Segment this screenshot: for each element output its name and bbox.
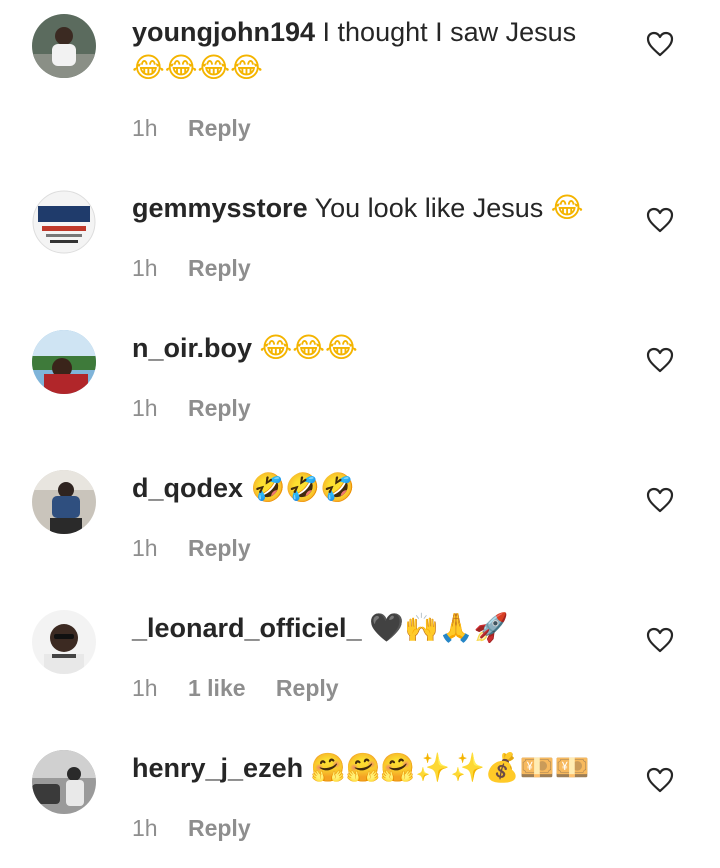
comment-text: You look like Jesus [314, 193, 544, 223]
comment-item: henry_j_ezeh 🤗🤗🤗✨✨💰💴💴 1h Reply [0, 728, 720, 868]
comment-meta: 1h Reply [132, 813, 251, 843]
comment-username[interactable]: youngjohn194 [132, 17, 315, 47]
avatar[interactable] [32, 330, 96, 394]
reply-button[interactable]: Reply [188, 115, 251, 141]
heart-outline-icon[interactable] [646, 31, 674, 57]
comment-meta: 1h Reply [132, 393, 251, 423]
avatar-image [32, 470, 96, 534]
avatar[interactable] [32, 750, 96, 814]
comment-time: 1h [132, 675, 158, 701]
comment-meta: 1h Reply [132, 113, 251, 143]
comment-text-line: gemmysstore You look like Jesus 😂 [132, 190, 630, 226]
comment-text-line: _leonard_officiel_ 🖤🙌🙏🚀 [132, 610, 630, 646]
avatar[interactable] [32, 610, 96, 674]
comment-meta: 1h 1 like Reply [132, 673, 339, 703]
comments-list: youngjohn194 I thought I saw Jesus 😂😂😂😂 … [0, 0, 720, 868]
rolling-laughing-emoji-icon: 🤣🤣🤣 [250, 471, 356, 504]
comment-text-line: youngjohn194 I thought I saw Jesus [132, 14, 630, 50]
comment-meta: 1h Reply [132, 533, 251, 563]
avatar-image [32, 330, 96, 394]
comment-time: 1h [132, 395, 158, 421]
comment-username[interactable]: n_oir.boy [132, 333, 252, 363]
heart-hands-pray-rocket-emoji-icon: 🖤🙌🙏🚀 [369, 611, 509, 644]
comment-time: 1h [132, 535, 158, 561]
reply-button[interactable]: Reply [188, 535, 251, 561]
comment-text-line: henry_j_ezeh 🤗🤗🤗✨✨💰💴💴 [132, 750, 630, 786]
comment-likes[interactable]: 1 like [188, 675, 246, 701]
comment-meta: 1h Reply [132, 253, 251, 283]
comment-item: youngjohn194 I thought I saw Jesus 😂😂😂😂 … [0, 0, 720, 168]
heart-outline-icon[interactable] [646, 347, 674, 373]
comment-username[interactable]: _leonard_officiel_ [132, 613, 362, 643]
avatar-image [32, 190, 96, 254]
comment-emoji-line: 😂😂😂😂 [132, 50, 263, 86]
laughing-emoji-icon: 😂😂😂 [259, 331, 358, 364]
comment-time: 1h [132, 815, 158, 841]
avatar[interactable] [32, 470, 96, 534]
comment-text: I thought I saw Jesus [322, 17, 577, 47]
comment-item: _leonard_officiel_ 🖤🙌🙏🚀 1h 1 like Reply [0, 588, 720, 728]
laughing-emoji-icon: 😂😂😂😂 [132, 51, 263, 84]
comment-username[interactable]: d_qodex [132, 473, 243, 503]
heart-outline-icon[interactable] [646, 627, 674, 653]
reply-button[interactable]: Reply [188, 815, 251, 841]
laughing-emoji-icon: 😂 [550, 191, 584, 224]
comment-item: n_oir.boy 😂😂😂 1h Reply [0, 308, 720, 448]
comment-username[interactable]: gemmysstore [132, 193, 308, 223]
reply-button[interactable]: Reply [188, 255, 251, 281]
comment-text-line: d_qodex 🤣🤣🤣 [132, 470, 630, 506]
comment-time: 1h [132, 255, 158, 281]
heart-outline-icon[interactable] [646, 207, 674, 233]
reply-button[interactable]: Reply [188, 395, 251, 421]
avatar[interactable] [32, 190, 96, 254]
avatar-image [32, 750, 96, 814]
heart-outline-icon[interactable] [646, 767, 674, 793]
avatar[interactable] [32, 14, 96, 78]
reply-button[interactable]: Reply [276, 675, 339, 701]
comment-item: d_qodex 🤣🤣🤣 1h Reply [0, 448, 720, 588]
comment-text-line: n_oir.boy 😂😂😂 [132, 330, 630, 366]
comment-username[interactable]: henry_j_ezeh [132, 753, 303, 783]
avatar-image [32, 610, 96, 674]
hug-sparkles-money-emoji-icon: 🤗🤗🤗✨✨💰💴💴 [310, 751, 590, 784]
avatar-image [32, 14, 96, 78]
heart-outline-icon[interactable] [646, 487, 674, 513]
comment-item: gemmysstore You look like Jesus 😂 1h Rep… [0, 168, 720, 308]
comment-time: 1h [132, 115, 158, 141]
